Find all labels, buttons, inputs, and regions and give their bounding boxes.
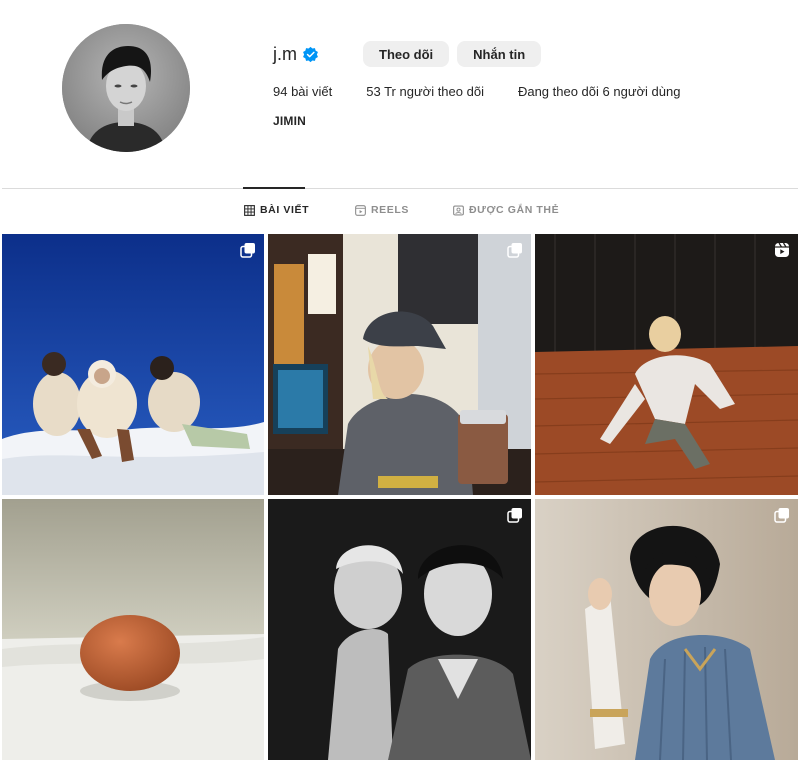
- tab-label: BÀI VIẾT: [260, 204, 310, 216]
- reels-icon: [355, 204, 366, 216]
- carousel-icon: [774, 508, 789, 523]
- carousel-icon: [507, 243, 522, 258]
- post-image: [535, 499, 798, 760]
- avatar-image: [62, 24, 190, 152]
- username: j.m: [273, 43, 297, 64]
- post-image: [535, 234, 798, 495]
- post-tile[interactable]: [2, 499, 264, 760]
- tab-reels[interactable]: REELS: [355, 204, 409, 216]
- tab-tagged[interactable]: ĐƯỢC GẮN THẺ: [453, 204, 559, 216]
- carousel-icon: [240, 243, 255, 258]
- grid-icon: [244, 204, 255, 216]
- follow-button[interactable]: Theo dõi: [363, 41, 450, 67]
- verified-badge-icon: [303, 46, 318, 62]
- profile-title-row: j.m Theo dõi Nhắn tin: [273, 40, 773, 68]
- post-tile[interactable]: [535, 499, 798, 760]
- tab-label: REELS: [371, 204, 410, 216]
- tagged-icon: [453, 205, 464, 215]
- tabs-divider: [2, 188, 798, 189]
- post-image: [2, 234, 264, 495]
- post-tile[interactable]: [268, 499, 531, 760]
- profile-info: j.m Theo dõi Nhắn tin 94 bài viết 53 Tr …: [273, 40, 773, 128]
- followers-count[interactable]: 53 Tr người theo dõi: [366, 84, 484, 99]
- carousel-icon: [507, 508, 522, 523]
- post-tile[interactable]: [535, 234, 798, 495]
- profile-tabs: BÀI VIẾT REELS ĐƯỢC GẮN THẺ: [0, 204, 800, 220]
- post-image: [268, 234, 531, 495]
- reels-icon: [775, 242, 789, 257]
- message-button[interactable]: Nhắn tin: [457, 41, 542, 67]
- profile-stats: 94 bài viết 53 Tr người theo dõi Đang th…: [273, 84, 773, 99]
- tab-label: ĐƯỢC GẮN THẺ: [469, 204, 560, 216]
- post-tile[interactable]: [268, 234, 531, 495]
- posts-count: 94 bài viết: [273, 84, 333, 99]
- following-count[interactable]: Đang theo dõi 6 người dùng: [518, 84, 681, 99]
- post-image: [2, 499, 264, 760]
- profile-full-name: JIMIN: [273, 114, 307, 128]
- active-tab-indicator: [243, 187, 305, 189]
- post-image: [268, 499, 531, 760]
- profile-avatar[interactable]: [62, 24, 190, 152]
- tab-posts[interactable]: BÀI VIẾT: [244, 204, 309, 216]
- post-tile[interactable]: [2, 234, 264, 495]
